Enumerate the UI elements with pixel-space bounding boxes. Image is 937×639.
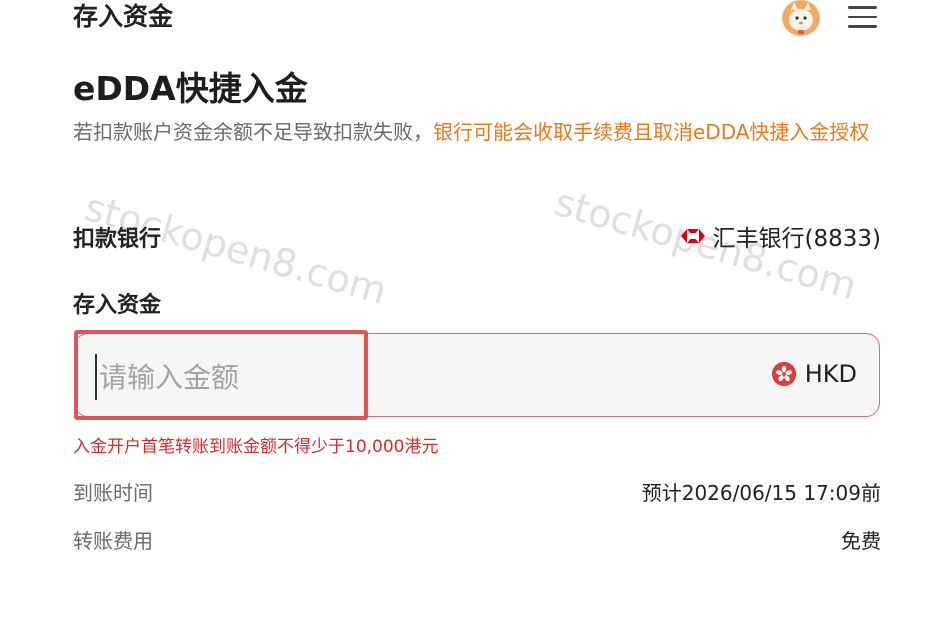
page-title: eDDA快捷入金 xyxy=(73,69,308,108)
bank-selector[interactable]: 汇丰银行(8833) xyxy=(680,219,881,253)
notice-normal-text: 若扣款账户资金余额不足导致扣款失败， xyxy=(73,120,433,144)
minimum-amount-warning: 入金开户首笔转账到账金额不得少于10,000港元 xyxy=(73,437,439,457)
deposit-label: 存入资金 xyxy=(73,293,162,318)
header-title: 存入资金 xyxy=(73,2,174,31)
transfer-fee-label: 转账费用 xyxy=(73,529,153,553)
arrival-time-label: 到账时间 xyxy=(73,481,153,505)
notice-warning-text: 银行可能会收取手续费且取消eDDA快捷入金授权 xyxy=(433,120,870,144)
currency-selector[interactable]: HKD xyxy=(771,360,857,388)
hsbc-logo-icon xyxy=(680,229,705,243)
avatar-icon[interactable] xyxy=(782,0,820,36)
arrival-time-value: 预计2026/06/15 17:09前 xyxy=(641,481,881,505)
transfer-fee-value: 免费 xyxy=(841,529,881,553)
hamburger-menu-icon[interactable] xyxy=(848,6,877,28)
amount-field[interactable]: HKD xyxy=(74,333,880,417)
bank-value: 汇丰银行(8833) xyxy=(712,226,881,252)
bank-label: 扣款银行 xyxy=(73,227,162,252)
currency-label: HKD xyxy=(804,360,857,388)
notice-text: 若扣款账户资金余额不足导致扣款失败，银行可能会收取手续费且取消eDDA快捷入金授… xyxy=(73,116,873,148)
amount-input[interactable] xyxy=(95,354,601,400)
page: stockopen8.com stockopen8.com 存入资金 eDDA快… xyxy=(0,0,937,639)
hong-kong-flag-icon xyxy=(771,362,796,386)
